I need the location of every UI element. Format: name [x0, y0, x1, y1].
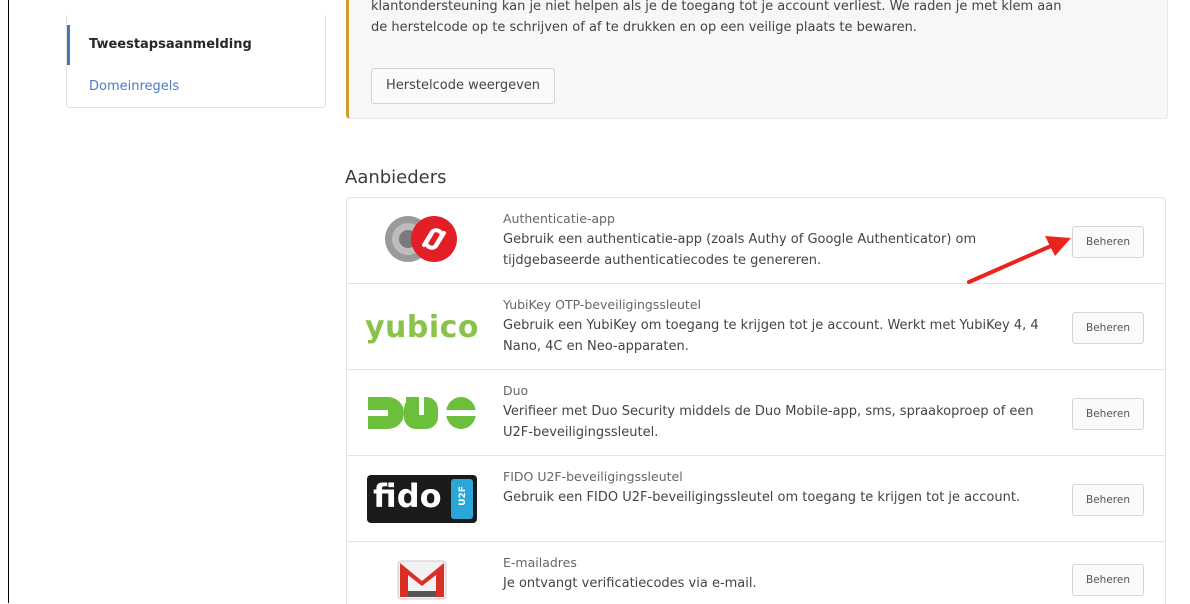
provider-description: Gebruik een authenticatie-app (zoals Aut… [503, 232, 977, 268]
provider-text: Authenticatie-app Gebruik een authentica… [503, 208, 1043, 271]
provider-fido-u2f: fido U2F FIDO U2F-beveiligingssleutel Ge… [347, 456, 1165, 542]
provider-text: Duo Verifieer met Duo Security middels d… [503, 380, 1043, 443]
sidebar-item-label: Tweestapsaanmelding [89, 37, 252, 52]
gmail-logo-icon [359, 548, 485, 604]
red-arrow-icon [967, 236, 1071, 284]
provider-title: Authenticatie-app [503, 211, 615, 226]
provider-title: FIDO U2F-beveiligingssleutel [503, 469, 683, 484]
manage-button[interactable]: Beheren [1072, 226, 1144, 258]
warning-line: klantondersteuning kan je niet helpen al… [371, 0, 1062, 14]
manage-button[interactable]: Beheren [1072, 398, 1144, 430]
provider-description: Gebruik een YubiKey om toegang te krijge… [503, 318, 1039, 354]
warning-line: de herstelcode op te schrijven of af te … [371, 20, 917, 35]
sidebar-item-two-step[interactable]: Tweestapsaanmelding [67, 25, 328, 65]
show-recovery-code-button[interactable]: Herstelcode weergeven [371, 68, 556, 104]
duo-logo-icon [359, 382, 485, 444]
recovery-code-warning: klantondersteuning kan je niet helpen al… [346, 0, 1168, 119]
yubico-logo-text: yubico [364, 309, 480, 345]
provider-description: Gebruik een FIDO U2F-beveiligingssleutel… [503, 490, 1021, 505]
providers-heading: Aanbieders [345, 167, 447, 188]
manage-button[interactable]: Beheren [1072, 564, 1144, 596]
fido-logo-text: fido [373, 477, 442, 515]
u2f-badge: U2F [457, 486, 468, 506]
yubico-logo-icon: yubico [359, 296, 485, 358]
warning-text: klantondersteuning kan je niet helpen al… [371, 0, 1161, 38]
settings-sidebar: Tweestapsaanmelding Domeinregels [66, 15, 326, 108]
provider-description: Verifieer met Duo Security middels de Du… [503, 404, 1034, 440]
provider-yubikey: yubico YubiKey OTP-beveiligingssleutel G… [347, 284, 1165, 370]
sidebar-item-domain-rules[interactable]: Domeinregels [67, 73, 325, 97]
provider-text: FIDO U2F-beveiligingssleutel Gebruik een… [503, 466, 1043, 508]
provider-title: E-mailadres [503, 555, 577, 570]
authenticator-logo-icon [359, 208, 485, 270]
sidebar-item-label: Domeinregels [89, 79, 180, 94]
fido-logo-icon: fido U2F [359, 468, 485, 530]
provider-email: E-mailadres Je ontvangt verificatiecodes… [347, 542, 1165, 604]
manage-button[interactable]: Beheren [1072, 484, 1144, 516]
provider-title: YubiKey OTP-beveiligingssleutel [503, 297, 701, 312]
provider-text: E-mailadres Je ontvangt verificatiecodes… [503, 552, 1043, 594]
provider-description: Je ontvangt verificatiecodes via e-mail. [503, 576, 757, 591]
frame-divider [8, 0, 9, 603]
provider-title: Duo [503, 383, 529, 398]
manage-button[interactable]: Beheren [1072, 312, 1144, 344]
provider-duo: Duo Verifieer met Duo Security middels d… [347, 370, 1165, 456]
provider-text: YubiKey OTP-beveiligingssleutel Gebruik … [503, 294, 1043, 357]
